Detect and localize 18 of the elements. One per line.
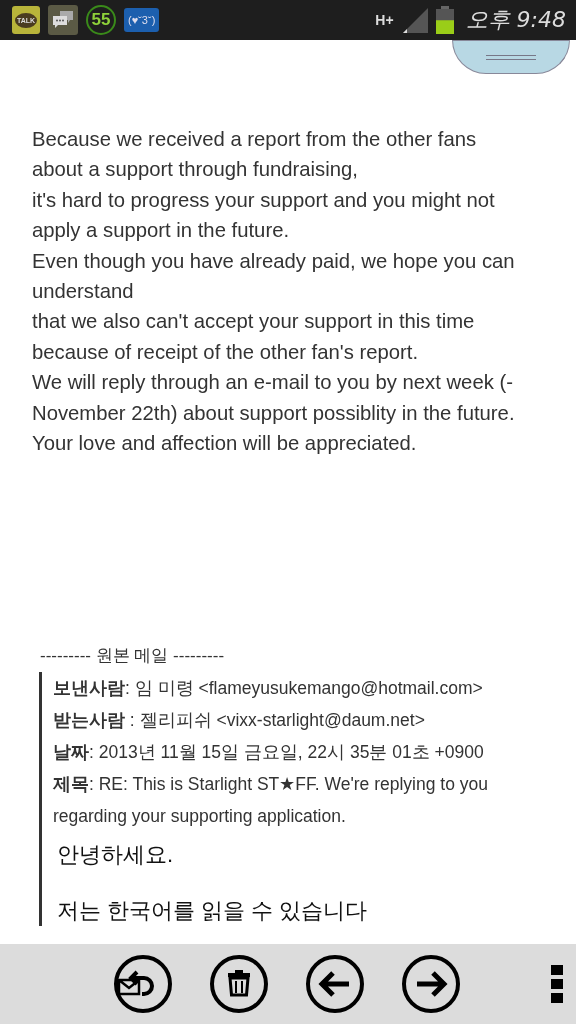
mail-header-line: 날짜: 2013년 11월 15일 금요일, 22시 35분 01초 +0900 — [53, 741, 485, 765]
menu-icon[interactable] — [551, 965, 563, 1003]
signal-icon — [401, 7, 428, 33]
message-body: Because we received a report from the other fans about a support through fundraising, it's hard to progress your support and you might not apply a support in the future. Even though you have already paid, we hope you can understand that we also can't accept your support in this time because of receipt of the other fan's report. We will reply through an e-mail to you by next week (-November 22th) about support possiblity in the future. Your love and affection will be appreciated. — [32, 127, 516, 457]
greeting-text: 안녕하세요. — [57, 841, 175, 870]
mail-header-line: 제목: RE: This is Starlight ST★FF. We're replying to you regarding your supporting application. — [53, 773, 489, 829]
delete-icon[interactable] — [209, 954, 269, 1014]
mail-header-line: 보낸사람: 임 미령 <flameyusukemango@hotmail.com> — [53, 677, 484, 701]
original-mail-separator: --------- 원본 메일 --------- — [40, 645, 226, 668]
mail-header-line: 받는사람 : 젤리피쉬 <vixx-starlight@daum.net> — [53, 709, 426, 733]
reply-mail-icon[interactable] — [113, 954, 173, 1014]
clock: 오후 9:48 — [465, 6, 566, 34]
counter-badge: 55 — [86, 5, 116, 35]
battery-icon — [435, 6, 454, 34]
emoticon-badge: (♥˘3˘) — [124, 8, 160, 32]
quoted-text: 저는 한국어를 읽을 수 있습니다 — [57, 897, 369, 926]
network-indicator: H+ — [375, 12, 394, 28]
messages-icon — [48, 5, 78, 35]
